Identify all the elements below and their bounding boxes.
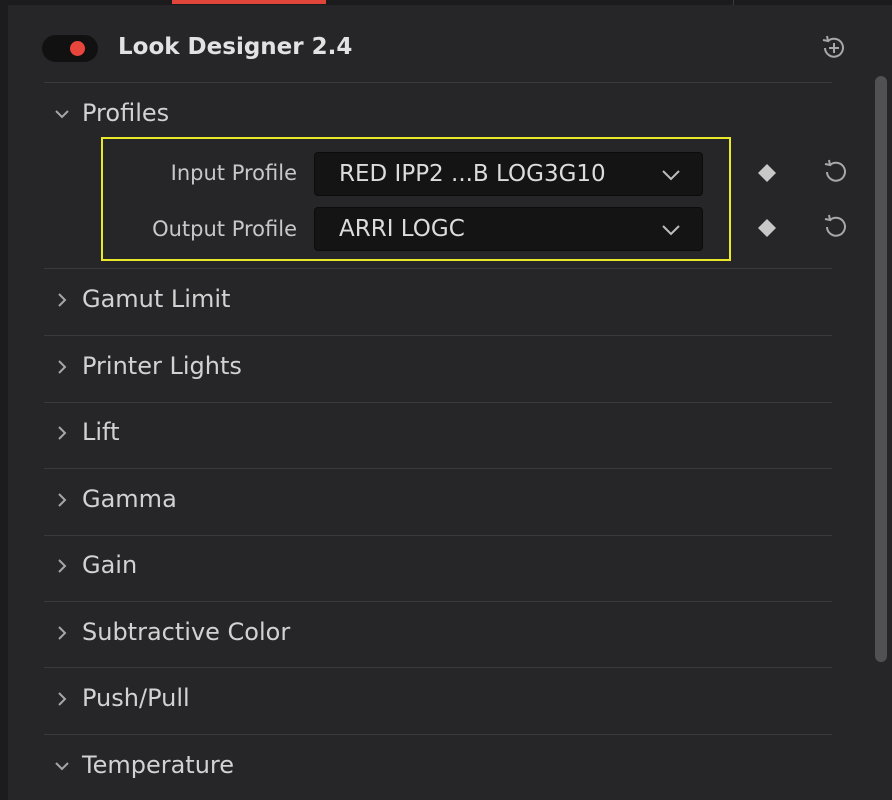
toggle-indicator [70, 41, 85, 56]
input-profile-label: Input Profile [170, 161, 297, 185]
input-profile-value: RED IPP2 ...B LOG3G10 [339, 161, 606, 187]
chevron-right-icon [58, 360, 67, 374]
section-label: Gamut Limit [82, 285, 231, 313]
section-gamut-limit[interactable]: Gamut Limit [44, 270, 832, 330]
section-subtractive-color[interactable]: Subtractive Color [44, 603, 832, 663]
keyframe-diamond-icon[interactable] [756, 217, 778, 239]
section-label: Temperature [82, 751, 235, 779]
section-label: Printer Lights [82, 352, 242, 380]
section-label: Profiles [82, 99, 170, 127]
chevron-right-icon [58, 559, 67, 573]
divider [44, 734, 832, 735]
scrollbar-thumb[interactable] [875, 76, 887, 662]
chevron-right-icon [58, 692, 67, 706]
top-divider [733, 0, 734, 5]
chevron-right-icon [58, 426, 67, 440]
divider [44, 601, 832, 602]
output-profile-label: Output Profile [152, 217, 297, 241]
section-lift[interactable]: Lift [44, 403, 832, 463]
section-temperature[interactable]: Temperature [44, 736, 832, 796]
divider [44, 335, 832, 336]
chevron-right-icon [58, 293, 67, 307]
plugin-title: Look Designer 2.4 [118, 34, 353, 60]
plugin-header: Look Designer 2.4 [0, 8, 892, 80]
divider [44, 468, 832, 469]
section-profiles[interactable]: Profiles [44, 84, 832, 144]
chevron-down-icon [662, 225, 680, 236]
output-profile-dropdown[interactable]: ARRI LOGC [314, 207, 703, 251]
section-label: Gain [82, 551, 138, 579]
active-tab-indicator [172, 0, 326, 4]
chevron-down-icon [662, 170, 680, 181]
chevron-down-icon [55, 110, 69, 119]
section-label: Lift [82, 418, 120, 446]
divider [44, 268, 832, 269]
divider [44, 667, 832, 668]
reset-icon[interactable] [818, 210, 852, 244]
section-label: Push/Pull [82, 684, 190, 712]
keyframe-diamond-icon[interactable] [756, 162, 778, 184]
plugin-enable-toggle[interactable] [42, 35, 98, 62]
output-profile-value: ARRI LOGC [339, 216, 465, 242]
section-gain[interactable]: Gain [44, 536, 832, 596]
reset-all-icon[interactable] [818, 32, 850, 64]
section-push-pull[interactable]: Push/Pull [44, 669, 832, 729]
section-label: Subtractive Color [82, 618, 291, 646]
chevron-down-icon [55, 762, 69, 771]
left-edge [0, 0, 8, 800]
divider [44, 82, 832, 83]
top-bar [0, 0, 892, 5]
input-profile-dropdown[interactable]: RED IPP2 ...B LOG3G10 [314, 152, 703, 196]
chevron-right-icon [58, 626, 67, 640]
section-printer-lights[interactable]: Printer Lights [44, 337, 832, 397]
section-gamma[interactable]: Gamma [44, 470, 832, 530]
chevron-right-icon [58, 493, 67, 507]
section-label: Gamma [82, 485, 177, 513]
reset-icon[interactable] [818, 155, 852, 189]
